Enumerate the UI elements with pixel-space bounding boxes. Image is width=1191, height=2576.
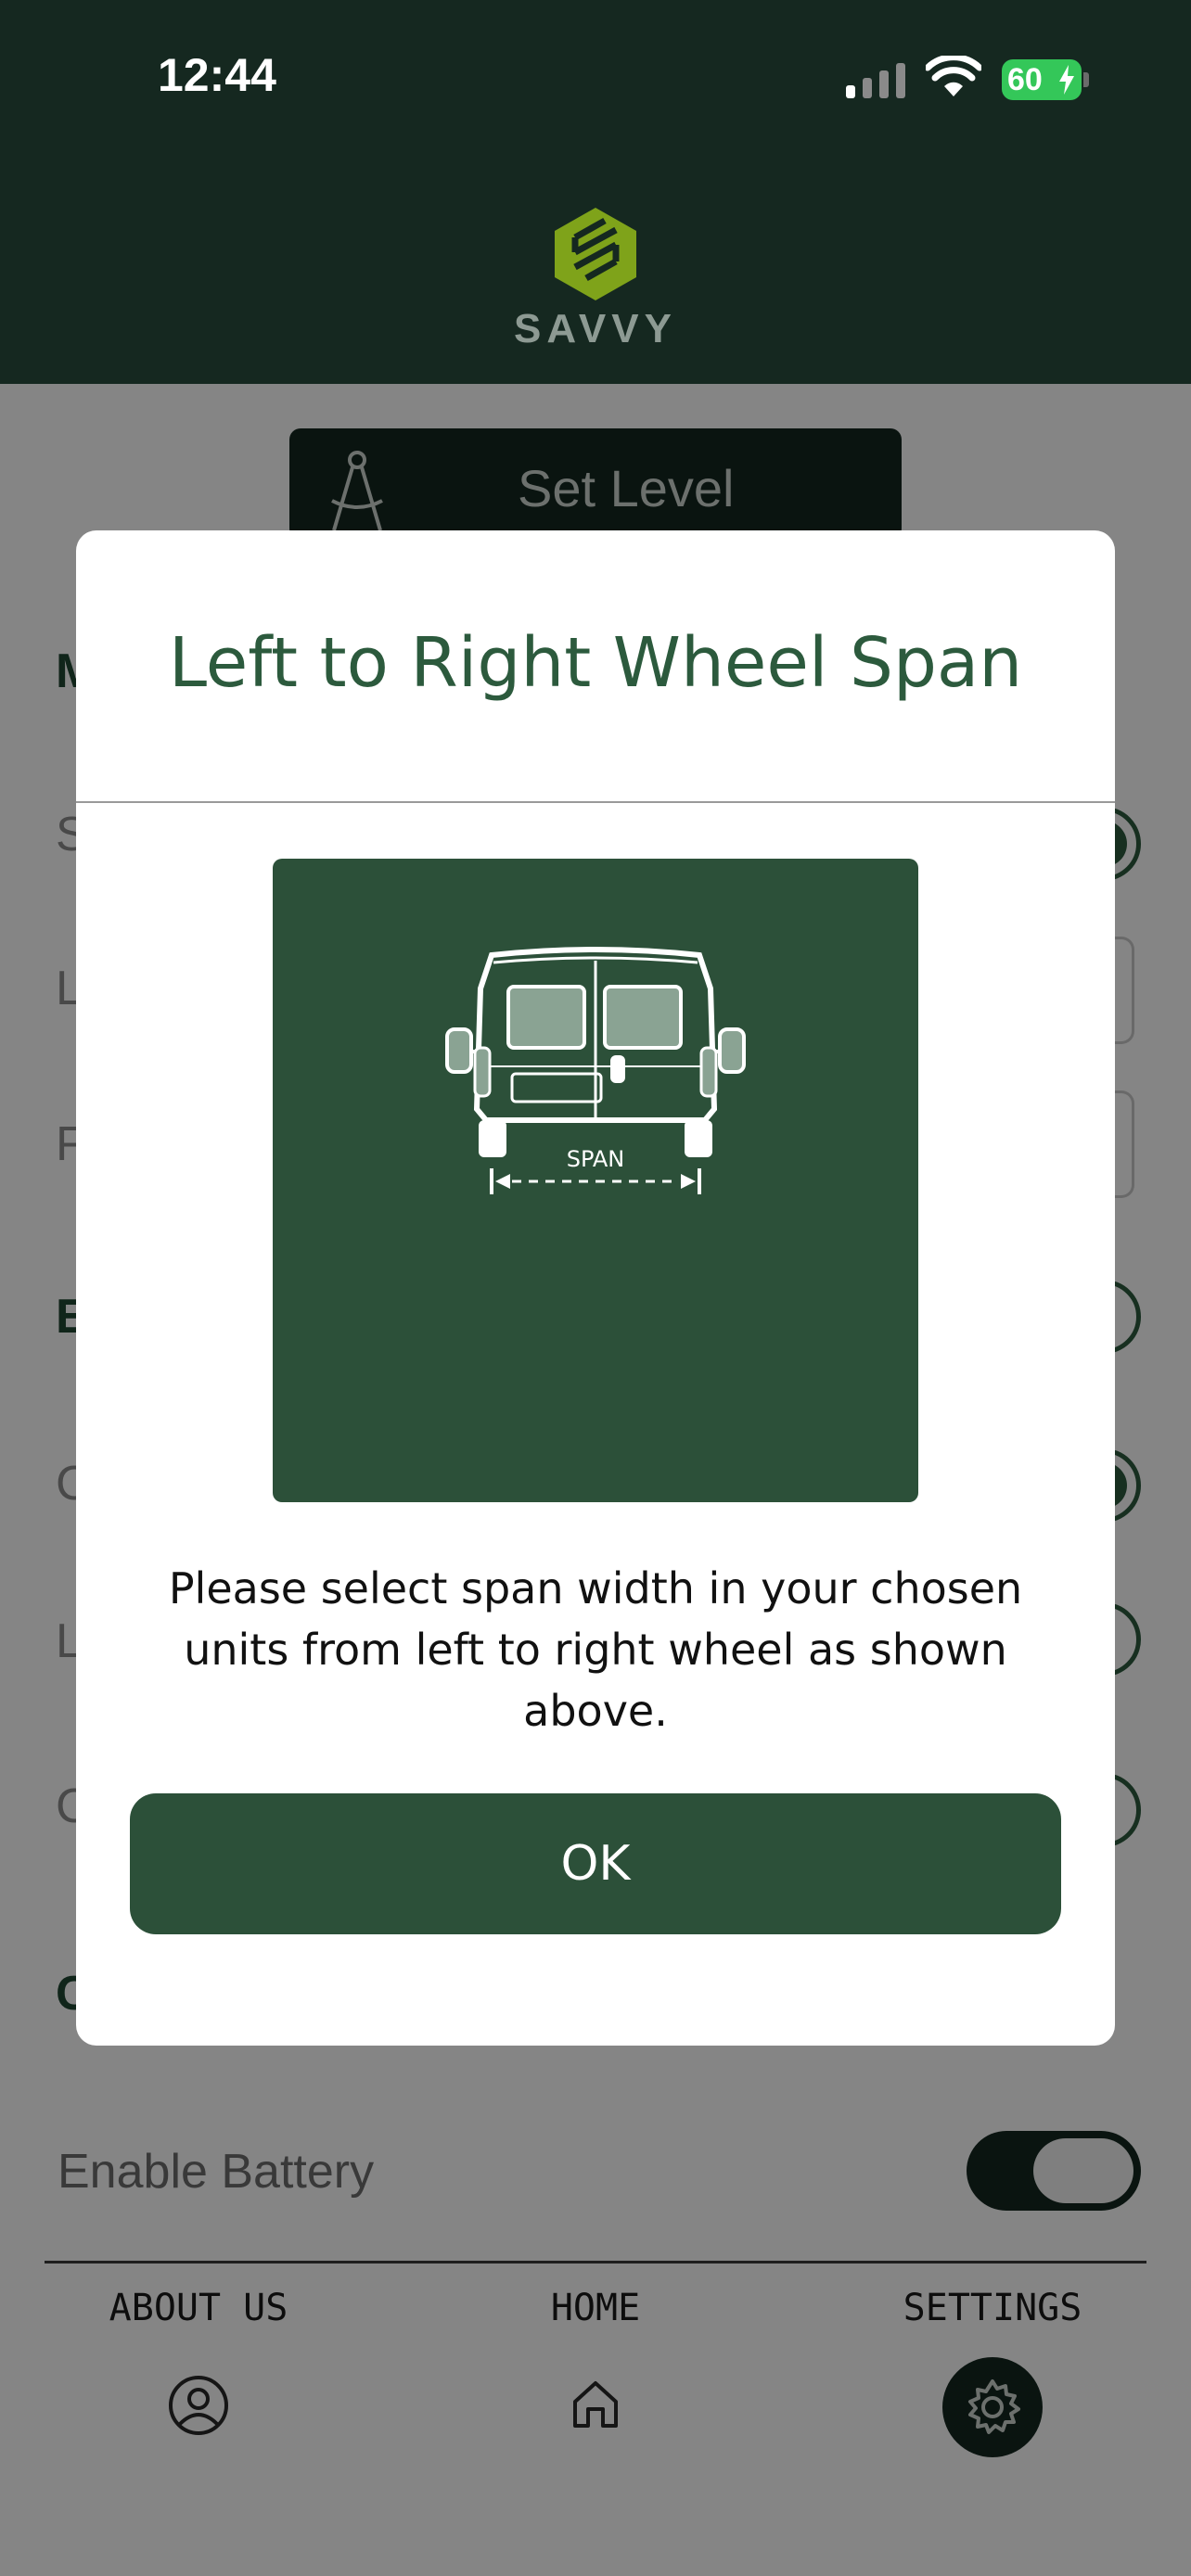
van-span-illustration: SPAN bbox=[273, 859, 918, 1502]
van-rear-icon: SPAN bbox=[445, 947, 746, 1194]
charging-bolt-icon bbox=[1059, 65, 1074, 95]
dialog-message: Please select span width in your chosen … bbox=[168, 1563, 1023, 1736]
battery-cap bbox=[1083, 72, 1089, 87]
wifi-icon bbox=[926, 56, 981, 96]
wheel-span-dialog: Left to Right Wheel Span SPAN Please sel… bbox=[76, 530, 1115, 2046]
battery-indicator: 60 bbox=[1002, 59, 1082, 100]
dialog-divider bbox=[76, 801, 1115, 803]
brand-name: SAVVY bbox=[514, 306, 677, 351]
savvy-logo-icon bbox=[555, 208, 636, 300]
cellular-signal-icon bbox=[846, 63, 905, 98]
battery-level: 60 bbox=[1007, 62, 1043, 97]
span-label: SPAN bbox=[567, 1146, 625, 1172]
dialog-title: Left to Right Wheel Span bbox=[168, 623, 1023, 703]
status-time: 12:44 bbox=[158, 49, 276, 101]
app-header: 12:44 60 SAVVY bbox=[0, 0, 1191, 384]
ok-button[interactable]: OK bbox=[130, 1793, 1061, 1934]
